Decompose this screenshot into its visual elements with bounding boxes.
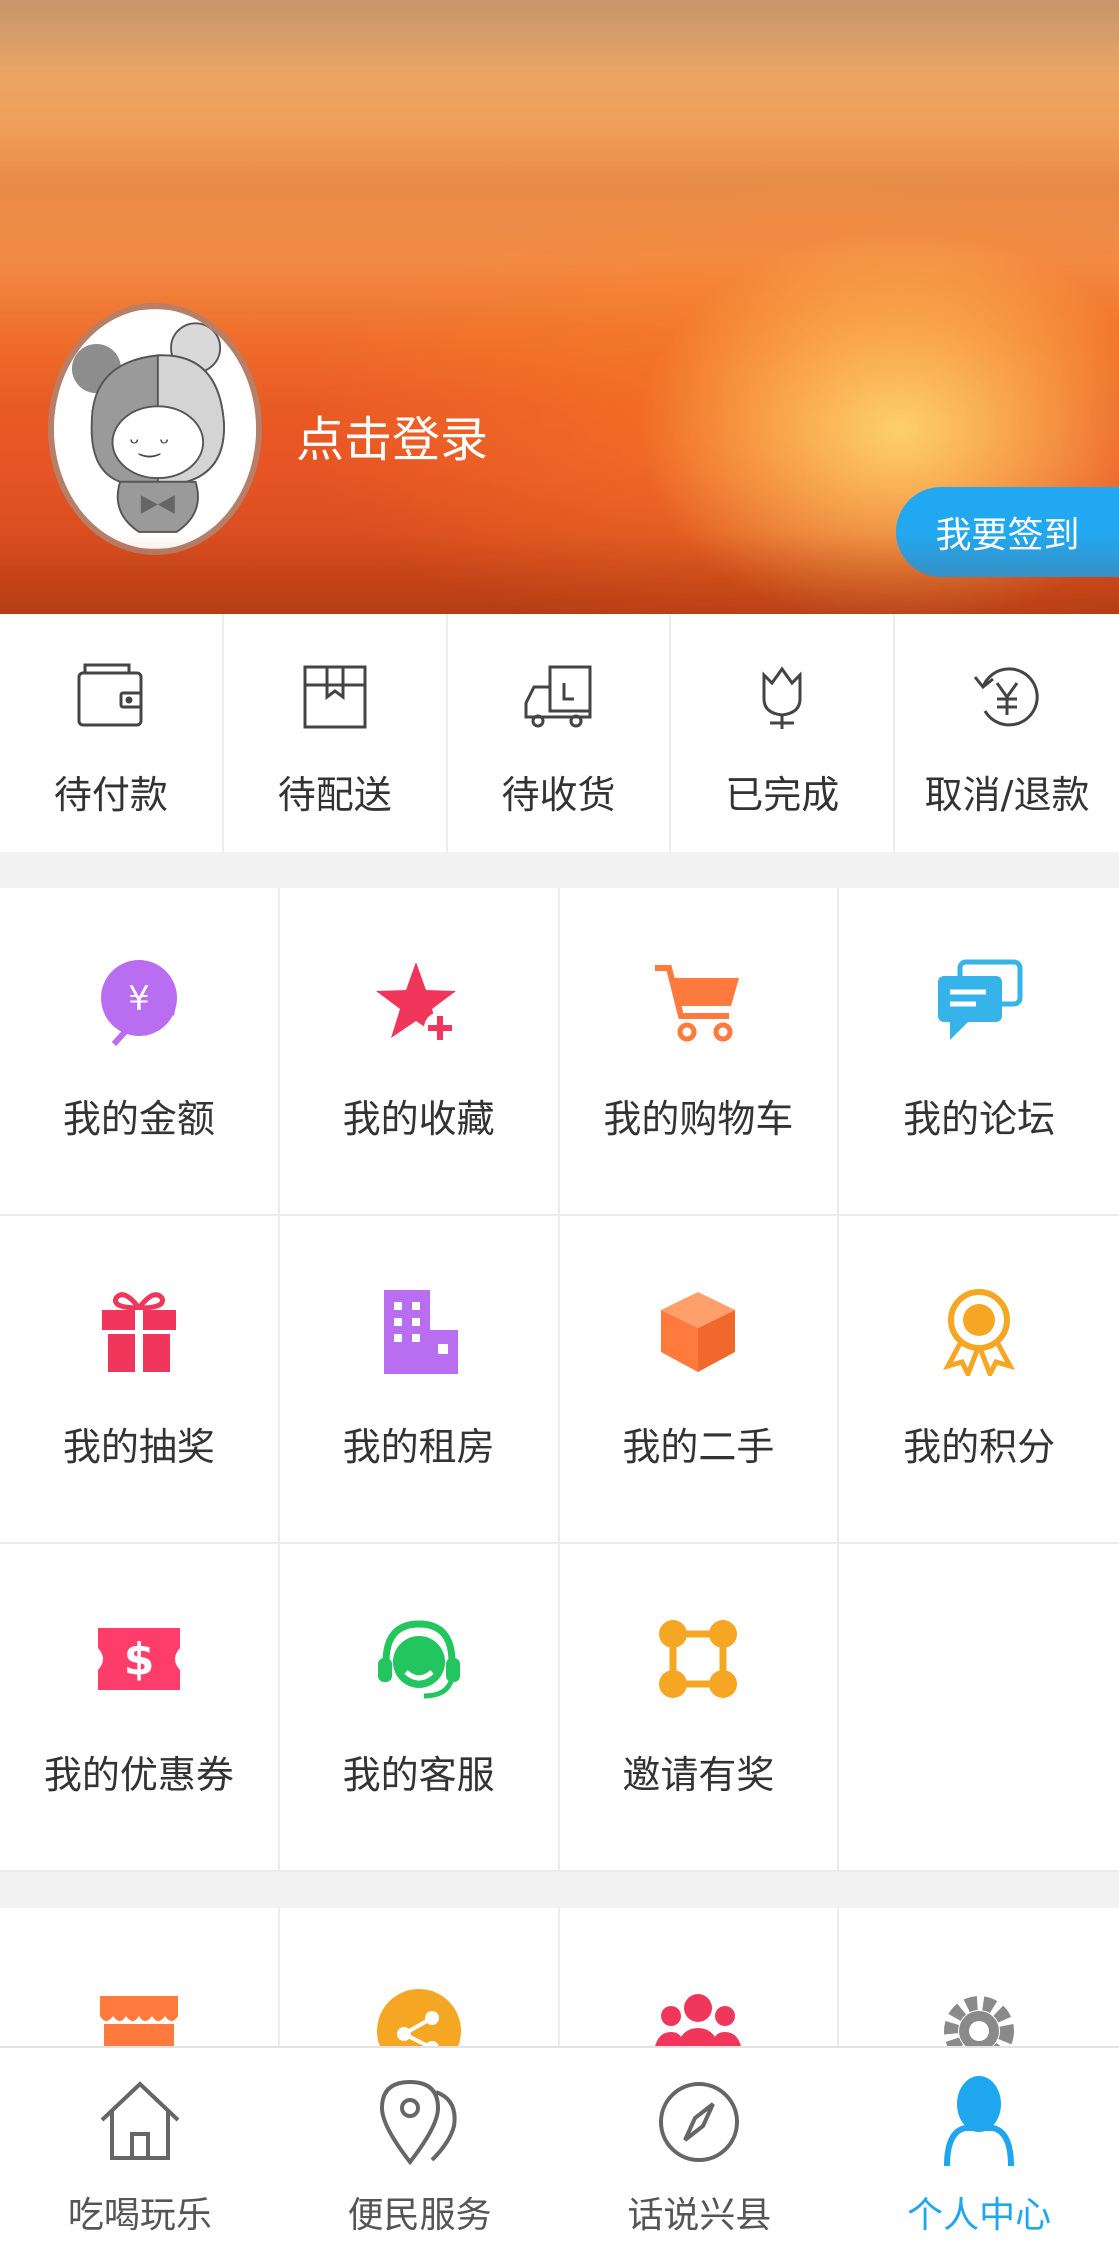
tab-label: 话说兴县 [627, 2195, 772, 2236]
gear-icon [944, 1996, 1015, 2048]
menu-item-points[interactable]: 我的积分 [839, 1216, 1119, 1544]
person-icon [944, 2076, 1015, 2167]
menu-item-balance[interactable]: ¥ 我的金额 [0, 888, 280, 1216]
medal-icon [943, 1289, 1016, 1376]
menu-item-coupons[interactable]: $ 我的优惠券 [0, 1544, 280, 1872]
share-icon [376, 1989, 461, 2048]
menu-label: 我的金额 [62, 1097, 215, 1141]
menu-item-forum[interactable]: 我的论坛 [839, 888, 1119, 1216]
order-completed[interactable]: 已完成 [671, 614, 896, 852]
headset-icon [377, 1620, 460, 1699]
order-status-bar: 待付款 待配送 待收货 已完成 取消/退款 [0, 614, 1119, 852]
svg-text:$: $ [124, 1634, 155, 1685]
menu-item-customer-service[interactable]: 我的客服 [279, 1544, 560, 1872]
star-icon [375, 962, 456, 1044]
tab-label: 个人中心 [907, 2195, 1052, 2236]
profile-header: ᵕ‿ᵕ 点击登录 我要签到 [0, 0, 1119, 614]
feature-grid: ¥ 我的金额 我的收藏 我的购物车 我的论坛 我的抽奖 我的租房 我的二手 我的… [0, 888, 1119, 1872]
wallet-icon [77, 663, 143, 727]
menu-label: 我的收藏 [342, 1097, 495, 1141]
tab-profile[interactable]: 个人中心 [839, 2048, 1119, 2248]
order-label: 待配送 [277, 773, 392, 817]
menu-item-empty [839, 1544, 1119, 1872]
cart-icon [655, 965, 740, 1042]
compass-icon [659, 2082, 740, 2162]
feature-grid-more [0, 1908, 1119, 2048]
order-pending-delivery[interactable]: 待配送 [224, 614, 448, 852]
svg-text:¥: ¥ [128, 979, 150, 1019]
flower-icon [762, 666, 802, 729]
menu-item-favorites[interactable]: 我的收藏 [279, 888, 560, 1216]
menu-label: 我的抽奖 [62, 1425, 215, 1469]
order-label: 待付款 [53, 773, 168, 817]
home-icon [100, 2081, 180, 2160]
group-icon [655, 1994, 742, 2048]
tab-label: 便民服务 [347, 2195, 492, 2236]
order-pending-receipt[interactable]: 待收货 [448, 614, 672, 852]
truck-icon [524, 665, 592, 728]
order-pending-payment[interactable]: 待付款 [0, 614, 224, 852]
menu-label: 我的优惠券 [43, 1753, 234, 1797]
gift-icon [101, 1292, 176, 1372]
order-label: 待收货 [501, 773, 616, 817]
tab-label: 吃喝玩乐 [67, 2195, 212, 2236]
menu-label: 我的租房 [342, 1425, 495, 1469]
menu-item-settings[interactable] [839, 1908, 1119, 2048]
tab-talk[interactable]: 话说兴县 [560, 2048, 840, 2248]
location-icon [379, 2079, 457, 2166]
menu-label: 我的论坛 [903, 1097, 1056, 1141]
menu-item-group[interactable] [559, 1908, 840, 2048]
refund-icon [973, 667, 1039, 727]
avatar[interactable]: ᵕ‿ᵕ [48, 303, 262, 555]
chat-icon [938, 959, 1023, 1040]
tab-services[interactable]: 便民服务 [280, 2048, 560, 2248]
menu-item-cart[interactable]: 我的购物车 [559, 888, 840, 1216]
avatar-bear-icon: ᵕ‿ᵕ [54, 310, 256, 548]
building-icon [383, 1290, 458, 1374]
menu-label: 我的积分 [903, 1425, 1056, 1469]
menu-label: 我的购物车 [603, 1097, 794, 1141]
menu-item-invite[interactable]: 邀请有奖 [559, 1544, 840, 1872]
shop-icon [99, 1996, 178, 2048]
menu-label: 我的二手 [622, 1425, 775, 1469]
menu-item-lottery[interactable]: 我的抽奖 [0, 1216, 280, 1544]
menu-item-shop[interactable] [0, 1908, 280, 2048]
coupon-icon: $ [97, 1628, 180, 1690]
order-refund[interactable]: 取消/退款 [895, 614, 1119, 852]
svg-text:ᵕ‿ᵕ: ᵕ‿ᵕ [130, 429, 170, 458]
box-icon [661, 1292, 736, 1372]
order-label: 已完成 [725, 773, 840, 817]
bottom-tab-bar: 吃喝玩乐 便民服务 话说兴县 个人中心 [0, 2046, 1119, 2248]
menu-item-secondhand[interactable]: 我的二手 [559, 1216, 840, 1544]
package-icon [303, 665, 367, 729]
invite-icon [659, 1620, 738, 1698]
money-icon: ¥ [100, 960, 177, 1047]
order-label: 取消/退款 [924, 773, 1090, 817]
menu-item-rental[interactable]: 我的租房 [279, 1216, 560, 1544]
menu-item-share[interactable] [279, 1908, 560, 2048]
menu-label: 我的客服 [342, 1753, 495, 1797]
tab-eat-play[interactable]: 吃喝玩乐 [0, 2048, 280, 2248]
menu-label: 邀请有奖 [622, 1753, 775, 1797]
login-prompt[interactable]: 点击登录 [296, 400, 488, 470]
sign-in-button[interactable]: 我要签到 [896, 487, 1119, 577]
